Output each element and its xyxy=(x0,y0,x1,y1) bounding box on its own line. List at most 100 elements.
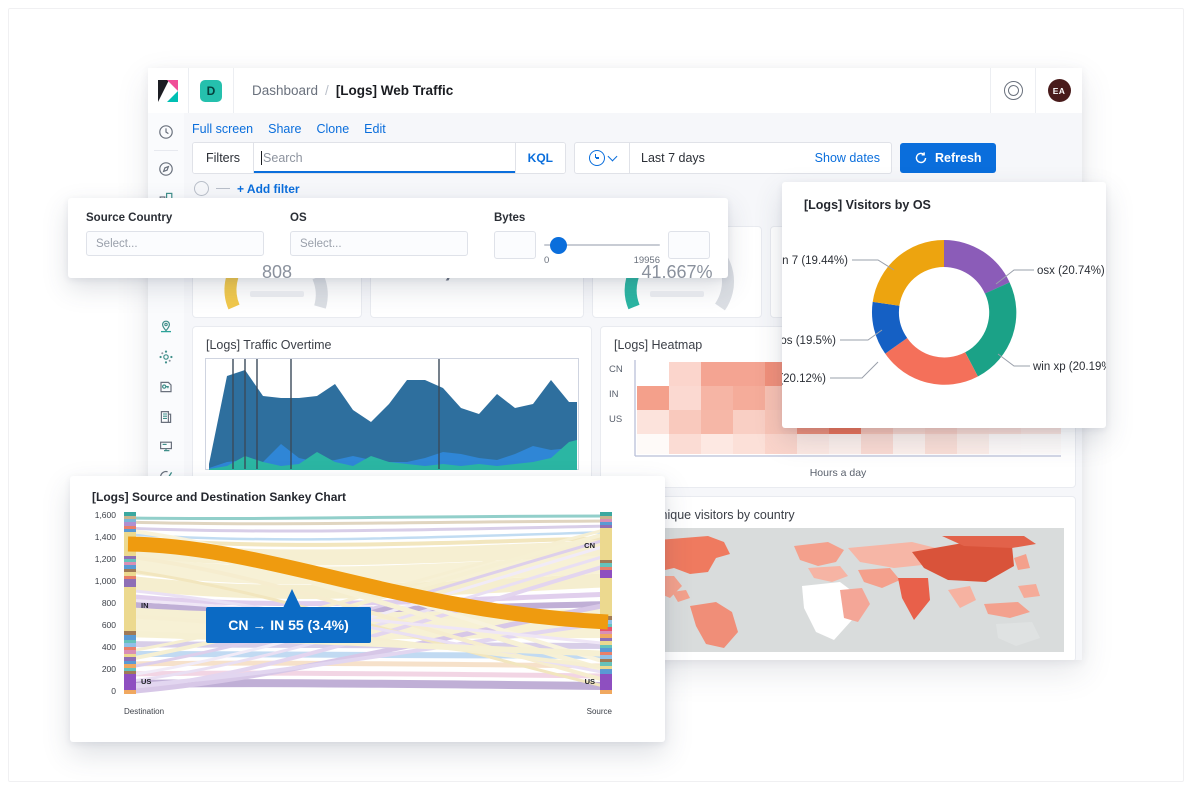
heatmap-y-label: CN xyxy=(609,357,623,382)
sidebar-item-discover[interactable] xyxy=(148,154,184,184)
sidebar-item-machine-learning[interactable] xyxy=(148,342,184,372)
search-placeholder: Search xyxy=(263,151,303,165)
filter-source-country: Source Country Select... xyxy=(86,212,264,256)
sidebar-item-maps[interactable] xyxy=(148,312,184,342)
search-group: Filters Search KQL xyxy=(192,142,566,174)
slice-osx xyxy=(944,240,1010,294)
os-label: OS xyxy=(290,212,468,224)
bytes-max-input[interactable] xyxy=(668,231,710,259)
kibana-logo-cell[interactable] xyxy=(148,68,189,113)
breadcrumb-separator: / xyxy=(325,83,329,98)
sankey-tooltip: CN → IN 55 (3.4%) xyxy=(206,607,371,643)
rail-divider xyxy=(154,150,178,151)
os-select[interactable]: Select... xyxy=(290,231,468,256)
visitors-by-os-donut: osx (20.74%) win 7 (19.44%) ios (19.5%) … xyxy=(782,212,1106,412)
bytes-range-row: 0 19956 xyxy=(494,231,710,259)
filters-button[interactable]: Filters xyxy=(193,143,254,173)
map-title: [Logs] Unique visitors by country xyxy=(601,497,1075,528)
filter-controls-flyout: Source Country Select... OS Select... By… xyxy=(68,198,728,278)
sidebar-item-logs[interactable] xyxy=(148,402,184,432)
app-badge-cell[interactable]: D xyxy=(189,68,234,113)
chevron-down-icon xyxy=(607,152,617,162)
bytes-label: Bytes xyxy=(494,212,710,224)
search-focus-underline xyxy=(254,171,515,174)
date-picker: Last 7 days Show dates xyxy=(574,142,892,174)
heatmap-x-label: Hours a day xyxy=(601,467,1075,479)
full-screen-button[interactable]: Full screen xyxy=(192,122,253,136)
panel-traffic-overtime: [Logs] Traffic Overtime xyxy=(192,326,592,488)
filter-pill-icon xyxy=(194,181,209,196)
heatmap-y-label: US xyxy=(609,407,623,432)
user-menu-button[interactable]: EA xyxy=(1035,68,1082,113)
text-caret xyxy=(261,151,262,165)
sankey-ytick: 1,600 xyxy=(95,510,117,520)
sankey-title: [Logs] Source and Destination Sankey Cha… xyxy=(70,476,665,504)
panel-map: [Logs] Unique visitors by country xyxy=(600,496,1076,660)
query-bar: Filters Search KQL Last 7 days Show date… xyxy=(184,142,1082,174)
sankey-node-us-right: US xyxy=(585,677,595,686)
top-bar: D Dashboard / [Logs] Web Traffic EA xyxy=(148,68,1082,114)
heatmap-y-label: IN xyxy=(609,382,623,407)
source-country-select[interactable]: Select... xyxy=(86,231,264,256)
clone-button[interactable]: Clone xyxy=(317,122,350,136)
help-button[interactable] xyxy=(990,68,1035,113)
sidebar-item-security[interactable] xyxy=(148,372,184,402)
refresh-label: Refresh xyxy=(935,151,982,165)
add-filter-button[interactable]: + Add filter xyxy=(237,182,300,196)
sidebar-item-metrics[interactable] xyxy=(148,432,184,462)
sankey-ytick: 1,000 xyxy=(95,576,117,586)
show-dates-button[interactable]: Show dates xyxy=(815,151,880,165)
visitors-by-os-flyout: [Logs] Visitors by OS osx (20.74%) win 7… xyxy=(782,182,1106,428)
donut-label-osx: osx (20.74%) xyxy=(1037,265,1105,277)
slice-win-8 xyxy=(885,338,978,385)
share-button[interactable]: Share xyxy=(268,122,301,136)
slider-min-label: 0 xyxy=(544,255,549,266)
breadcrumb-parent[interactable]: Dashboard xyxy=(252,83,318,98)
sankey-tooltip-arrow xyxy=(283,589,301,608)
query-language-button[interactable]: KQL xyxy=(515,143,565,173)
sankey-ytick: 800 xyxy=(102,598,116,608)
bytes-slider[interactable]: 0 19956 xyxy=(544,231,660,259)
donut-label-win-7: win 7 (19.44%) xyxy=(782,255,848,267)
avatar: EA xyxy=(1048,79,1071,102)
gauge-b-bar xyxy=(650,291,704,297)
dashboard-app-badge: D xyxy=(200,80,222,102)
breadcrumb: Dashboard / [Logs] Web Traffic xyxy=(234,83,990,98)
slider-thumb[interactable] xyxy=(550,237,567,254)
date-range-field[interactable]: Last 7 days Show dates xyxy=(630,143,891,173)
sankey-ytick: 0 xyxy=(111,686,116,696)
sankey-ytick: 600 xyxy=(102,620,116,630)
sankey-right-axis-label: Source xyxy=(587,707,613,716)
edit-button[interactable]: Edit xyxy=(364,122,386,136)
sankey-ytick: 200 xyxy=(102,664,116,674)
visitors-by-os-title: [Logs] Visitors by OS xyxy=(782,182,1106,212)
sankey-ytick: 1,400 xyxy=(95,532,117,542)
bytes-min-input[interactable] xyxy=(494,231,536,259)
slice-win-7 xyxy=(873,240,944,306)
refresh-icon xyxy=(914,151,928,165)
dashboard-actions: Full screen Share Clone Edit xyxy=(184,113,1082,142)
date-range-value: Last 7 days xyxy=(641,151,705,165)
refresh-button[interactable]: Refresh xyxy=(900,143,996,173)
kibana-logo-icon xyxy=(158,80,178,102)
search-input[interactable]: Search xyxy=(254,143,515,173)
quick-select-button[interactable] xyxy=(575,143,630,173)
source-country-label: Source Country xyxy=(86,212,264,224)
traffic-overtime-title: [Logs] Traffic Overtime xyxy=(193,327,591,358)
donut-label-win-xp: win xp (20.19%) xyxy=(1032,361,1106,373)
map-chart xyxy=(612,528,1064,652)
sankey-left-axis-label: Destination xyxy=(124,707,164,716)
sidebar-item-recently-viewed[interactable] xyxy=(148,117,184,147)
sankey-node-in: IN xyxy=(141,601,149,610)
breadcrumb-current: [Logs] Web Traffic xyxy=(336,83,454,98)
ring-icon xyxy=(1004,81,1023,100)
sankey-ytick: 1,200 xyxy=(95,554,117,564)
sankey-node-cn: CN xyxy=(584,541,595,550)
donut-label-ios: ios (19.5%) xyxy=(782,335,836,347)
gauge-count-value: 808 xyxy=(262,262,292,283)
traffic-overtime-chart xyxy=(205,358,579,470)
gauge-b-value: 41.667% xyxy=(641,262,712,283)
gauge-count-bar xyxy=(250,291,304,297)
filter-os: OS Select... xyxy=(290,212,468,256)
sankey-node-us-left: US xyxy=(141,677,151,686)
